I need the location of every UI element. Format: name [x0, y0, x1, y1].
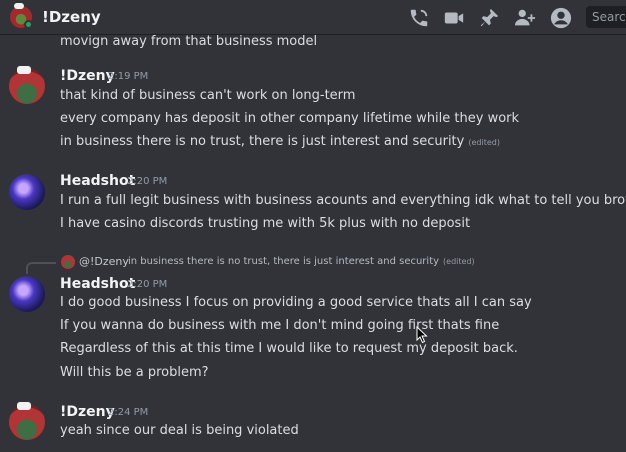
edited-label: (edited) [443, 257, 475, 266]
reply-preview-text[interactable]: in business there is no trust, there is … [128, 256, 475, 267]
dm-title[interactable]: !Dzeny [42, 8, 101, 26]
author-name[interactable]: !Dzeny [60, 68, 115, 84]
message-text: I have casino discords trusting me with … [60, 216, 471, 231]
author-name[interactable]: Headshot [60, 276, 135, 292]
avatar[interactable] [9, 402, 45, 440]
message-line-partial: movign away from that business model [60, 34, 318, 49]
search-input[interactable]: Search [586, 6, 626, 28]
message-timestamp: 2:19 PM [108, 71, 149, 82]
message-text: If you wanna do business with me I don't… [60, 318, 500, 333]
author-name[interactable]: !Dzeny [60, 404, 115, 420]
message-text: yeah since our deal is being violated [60, 423, 299, 438]
santa-hat-decoration [17, 66, 31, 74]
author-name[interactable]: Headshot [60, 173, 135, 189]
message-text: in business there is no trust, there is … [60, 134, 500, 149]
profile-icon[interactable] [550, 7, 572, 29]
message-text: Regardless of this at this time I would … [60, 341, 518, 356]
message-timestamp: 2:20 PM [127, 279, 168, 290]
message-text: Will this be a problem? [60, 365, 209, 380]
reply-author[interactable]: @!Dzeny [79, 255, 129, 268]
reply-avatar [61, 255, 75, 269]
message-text: I run a full legit business with busines… [60, 193, 626, 208]
santa-hat-decoration [17, 402, 31, 410]
message-text: that kind of business can't work on long… [60, 88, 356, 103]
reply-connector [26, 262, 56, 274]
edited-label: (edited) [468, 138, 500, 147]
pin-icon[interactable] [478, 7, 500, 29]
message-timestamp: 2:20 PM [127, 176, 168, 187]
avatar[interactable] [9, 276, 45, 312]
channel-header: !Dzeny Search [0, 0, 626, 35]
avatar[interactable] [9, 66, 45, 104]
message-timestamp: 2:24 PM [108, 407, 149, 418]
message-text: every company has deposit in other compa… [60, 111, 520, 126]
mouse-cursor-icon [416, 326, 428, 344]
video-icon[interactable] [443, 7, 465, 29]
message-text: I do good business I focus on providing … [60, 295, 532, 310]
santa-hat-decoration [14, 3, 24, 9]
add-friend-icon[interactable] [514, 7, 536, 29]
avatar[interactable] [9, 174, 45, 210]
phone-call-icon[interactable] [408, 7, 430, 29]
online-status-indicator [24, 20, 33, 29]
